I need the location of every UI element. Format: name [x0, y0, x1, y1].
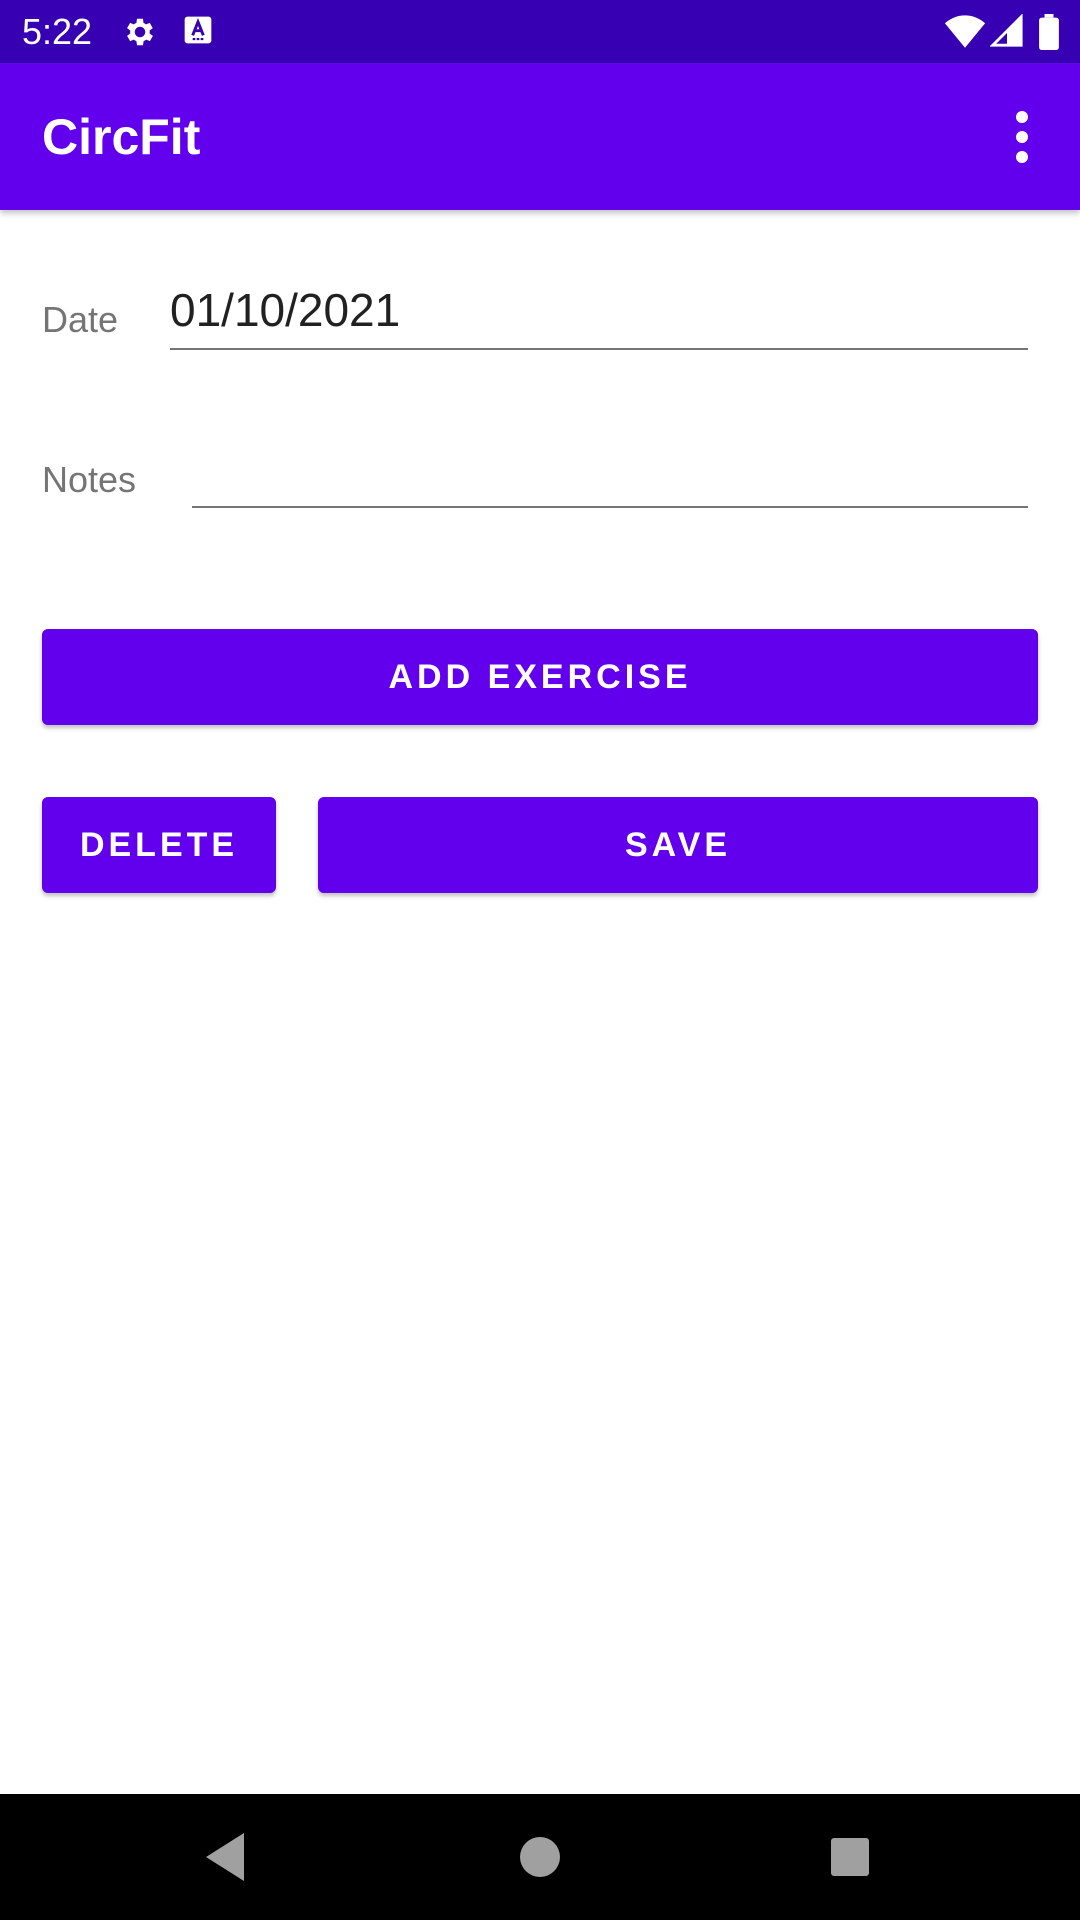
cell-signal-icon — [989, 13, 1024, 50]
recents-square-icon[interactable] — [820, 1827, 880, 1887]
app-bar: CircFit — [0, 63, 1080, 210]
notes-field[interactable] — [192, 436, 1028, 508]
date-field[interactable] — [170, 278, 1028, 350]
save-button[interactable]: SAVE — [318, 797, 1038, 893]
font-a-icon — [182, 14, 218, 50]
more-vert-icon[interactable] — [994, 103, 1050, 171]
delete-button[interactable]: DELETE — [42, 797, 276, 893]
wifi-icon — [944, 14, 986, 50]
app-title: CircFit — [42, 109, 201, 165]
status-bar: 5:22 — [0, 0, 1080, 63]
back-triangle-icon[interactable] — [196, 1827, 256, 1887]
system-nav-bar — [0, 1794, 1080, 1920]
status-time: 5:22 — [22, 11, 93, 52]
gear-icon — [122, 14, 158, 50]
date-label: Date — [42, 299, 119, 340]
screen: 5:22 CircFit Date 01/10/2021 Notes ADD E… — [0, 0, 1080, 1920]
notes-label: Notes — [42, 459, 137, 500]
home-circle-icon[interactable] — [510, 1827, 570, 1887]
add-exercise-button[interactable]: ADD EXERCISE — [42, 629, 1038, 725]
battery-icon — [1038, 14, 1060, 51]
